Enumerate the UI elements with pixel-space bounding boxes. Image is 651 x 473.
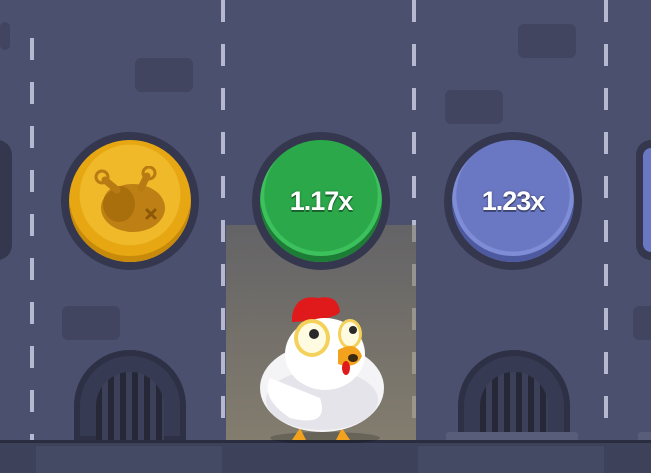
sewer-grate-icon [458,350,570,442]
lane-3-coin[interactable]: 1.23x [444,132,582,270]
partial-coin-left [0,140,12,260]
lane-2-multiplier: 1.17x [289,185,354,216]
lane-divider [604,0,608,440]
roast-chicken-icon [94,166,165,232]
sewer-grate-icon [74,350,186,442]
partial-coin-right-face [643,148,651,252]
wall-brick [518,24,576,58]
chicken-icon [260,297,384,443]
lane-2-coin[interactable]: 1.17x [252,132,390,270]
ground-segment [36,446,222,473]
wall-brick [135,58,193,92]
lane-divider [30,38,34,473]
wall-brick [633,306,651,340]
lane-1-coin[interactable] [61,132,199,270]
wall-brick [62,306,120,340]
lane-3-multiplier: 1.23x [481,185,546,216]
wall-brick [0,22,10,50]
lane-divider [221,0,225,440]
wall-brick [445,90,503,124]
ground-segment [418,446,604,473]
game-board: 1.17x 1.23x [0,0,651,473]
